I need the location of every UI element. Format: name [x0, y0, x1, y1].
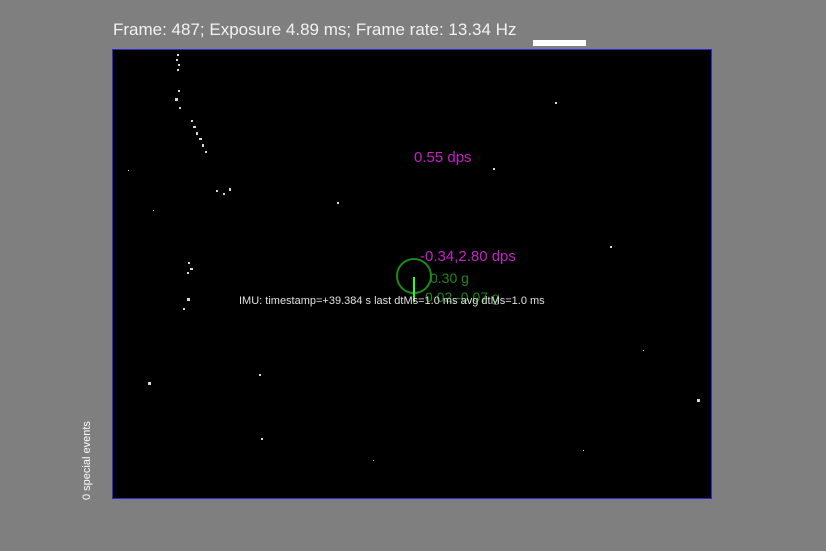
gyro-rate-text: 0.55 dps — [414, 149, 472, 166]
special-events-label: 0 special events — [81, 421, 93, 500]
event-camera-viewport[interactable]: 0.55 dps -0.34,2.80 dps 0.30 g 0.02,-0.0… — [112, 49, 712, 499]
exposure-indicator-bar — [533, 40, 586, 46]
frame-status-text: Frame: 487; Exposure 4.89 ms; Frame rate… — [113, 20, 517, 39]
gyro-xy-rate-text: -0.34,2.80 dps — [420, 248, 516, 265]
accel-magnitude-text: 0.30 g — [430, 270, 469, 286]
imu-info-text: IMU: timestamp=+39.384 s last dtMs=1.0 m… — [239, 295, 545, 307]
